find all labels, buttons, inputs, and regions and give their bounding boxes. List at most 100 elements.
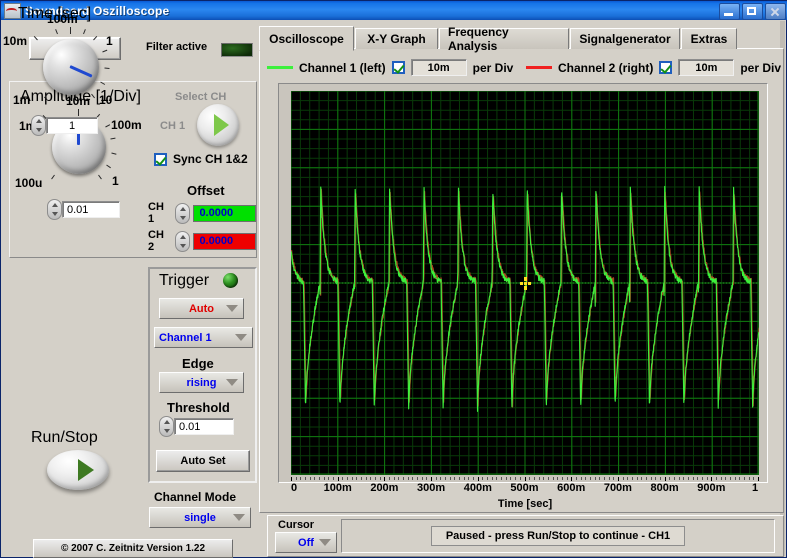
tab-extras[interactable]: Extras xyxy=(681,28,737,49)
channel-mode-dropdown[interactable]: single xyxy=(149,507,251,528)
chevron-down-icon xyxy=(226,305,238,312)
x-axis-tick xyxy=(645,477,647,480)
x-axis-tick xyxy=(585,477,587,480)
x-axis-tick xyxy=(547,477,549,480)
x-axis-tick xyxy=(701,477,703,480)
x-axis-tick xyxy=(617,477,619,481)
x-axis-tick xyxy=(375,477,377,480)
channel-mode-label: Channel Mode xyxy=(154,490,237,504)
x-axis-tick xyxy=(636,477,638,480)
x-axis-label: 300m xyxy=(417,482,446,494)
x-axis-tick xyxy=(454,477,456,480)
trigger-threshold-value[interactable]: 0.01 xyxy=(174,418,234,435)
status-bar: Paused - press Run/Stop to continue - CH… xyxy=(341,519,775,553)
x-axis-tick xyxy=(389,477,391,480)
x-axis-tick xyxy=(599,477,601,480)
x-axis-tick xyxy=(309,477,311,480)
x-axis-tick xyxy=(622,477,624,480)
x-axis-tick xyxy=(603,477,605,480)
x-axis-tick xyxy=(328,477,330,480)
x-axis-tick xyxy=(379,477,381,480)
channel2-checkbox[interactable] xyxy=(659,61,673,74)
tab-xy-graph[interactable]: X-Y Graph xyxy=(355,28,438,49)
x-axis-tick xyxy=(580,477,582,480)
time-stepper[interactable] xyxy=(31,115,46,136)
time-value-field[interactable]: 1 xyxy=(31,115,98,136)
channel1-controls: Channel 1 (left) 10m per Div xyxy=(267,59,513,76)
x-axis-tick xyxy=(393,477,395,480)
chevron-down-icon xyxy=(233,514,245,521)
x-axis-tick xyxy=(417,477,419,480)
x-axis-tick xyxy=(496,477,498,480)
x-axis-tick xyxy=(510,477,512,480)
trigger-mode-dropdown[interactable]: Auto xyxy=(159,298,244,319)
run-stop-button[interactable] xyxy=(47,450,109,490)
trigger-threshold-stepper[interactable] xyxy=(159,416,174,437)
x-axis-tick xyxy=(356,477,358,480)
trigger-edge-label: Edge xyxy=(182,356,214,371)
x-axis-tick xyxy=(435,477,437,480)
x-axis-tick xyxy=(627,477,629,480)
x-axis-tick xyxy=(361,477,363,480)
x-axis-tick xyxy=(295,477,297,480)
channel1-checkbox[interactable] xyxy=(391,61,405,74)
status-message: Paused - press Run/Stop to continue - CH… xyxy=(431,526,685,546)
x-axis-tick xyxy=(683,477,685,480)
x-axis-tick xyxy=(753,477,755,480)
x-axis-tick xyxy=(501,477,503,480)
play-triangle-icon xyxy=(78,459,94,481)
chevron-down-icon xyxy=(226,379,238,386)
x-axis-label: 800m xyxy=(650,482,679,494)
trigger-threshold-field[interactable]: 0.01 xyxy=(159,416,234,437)
x-axis-label: 0 xyxy=(290,482,298,494)
channel2-color-swatch xyxy=(526,66,552,69)
x-axis-tick xyxy=(342,477,344,480)
cursor-dropdown[interactable]: Off xyxy=(275,532,337,553)
run-stop-label: Run/Stop xyxy=(31,429,98,446)
channel2-per-div-value[interactable]: 10m xyxy=(678,59,735,76)
x-axis-tick xyxy=(291,477,292,481)
tab-frequency-analysis[interactable]: Frequency Analysis xyxy=(439,25,569,53)
x-axis-tick xyxy=(319,477,321,480)
chevron-down-icon xyxy=(319,539,331,546)
x-axis-tick xyxy=(543,477,545,480)
channel1-per-div-value[interactable]: 10m xyxy=(410,59,467,76)
x-axis-tick xyxy=(533,477,535,480)
tab-oscilloscope[interactable]: Oscilloscope xyxy=(259,26,354,51)
x-axis-tick xyxy=(557,477,559,480)
scope-display[interactable] xyxy=(291,91,759,475)
x-axis-label: 700m xyxy=(603,482,632,494)
time-value[interactable]: 1 xyxy=(46,117,98,134)
x-axis-tick xyxy=(305,477,306,480)
x-axis-tick xyxy=(706,477,708,480)
x-axis-tick xyxy=(440,477,442,480)
x-axis-tick xyxy=(491,477,493,480)
x-axis-tick xyxy=(463,477,465,480)
x-axis-tick xyxy=(659,477,661,480)
x-axis-tick xyxy=(734,477,736,480)
x-axis-tick xyxy=(655,477,657,480)
time-panel: Time [sec] 100m 10m 1 10 1m 1 xyxy=(1,1,131,231)
trigger-edge-dropdown[interactable]: rising xyxy=(159,372,244,393)
x-axis-tick xyxy=(711,477,713,481)
x-axis-tick xyxy=(631,477,633,480)
x-axis-tick xyxy=(720,477,722,480)
tab-strip: Oscilloscope X-Y Graph Frequency Analysi… xyxy=(259,25,782,53)
time-knob-label-10m: 10m xyxy=(3,34,28,48)
tab-signalgenerator[interactable]: Signalgenerator xyxy=(570,28,680,49)
x-axis-tick xyxy=(407,477,409,480)
trigger-panel: Trigger Auto Channel 1 Edge rising Thres… xyxy=(148,267,257,483)
x-axis-tick xyxy=(594,477,596,480)
channel-mode-value: single xyxy=(184,511,216,524)
x-axis-label: 900m xyxy=(697,482,726,494)
scope-x-axis-title: Time [sec] xyxy=(497,498,553,510)
x-axis-tick xyxy=(314,477,316,480)
x-axis-tick xyxy=(692,477,694,480)
auto-set-button[interactable]: Auto Set xyxy=(156,450,250,472)
trigger-threshold-label: Threshold xyxy=(167,400,230,415)
x-axis-tick xyxy=(758,477,759,481)
channel2-controls: Channel 2 (right) 10m per Div xyxy=(526,59,781,76)
trigger-source-dropdown[interactable]: Channel 1 xyxy=(154,327,253,348)
x-axis-tick xyxy=(566,477,568,480)
x-axis-label: 200m xyxy=(370,482,399,494)
